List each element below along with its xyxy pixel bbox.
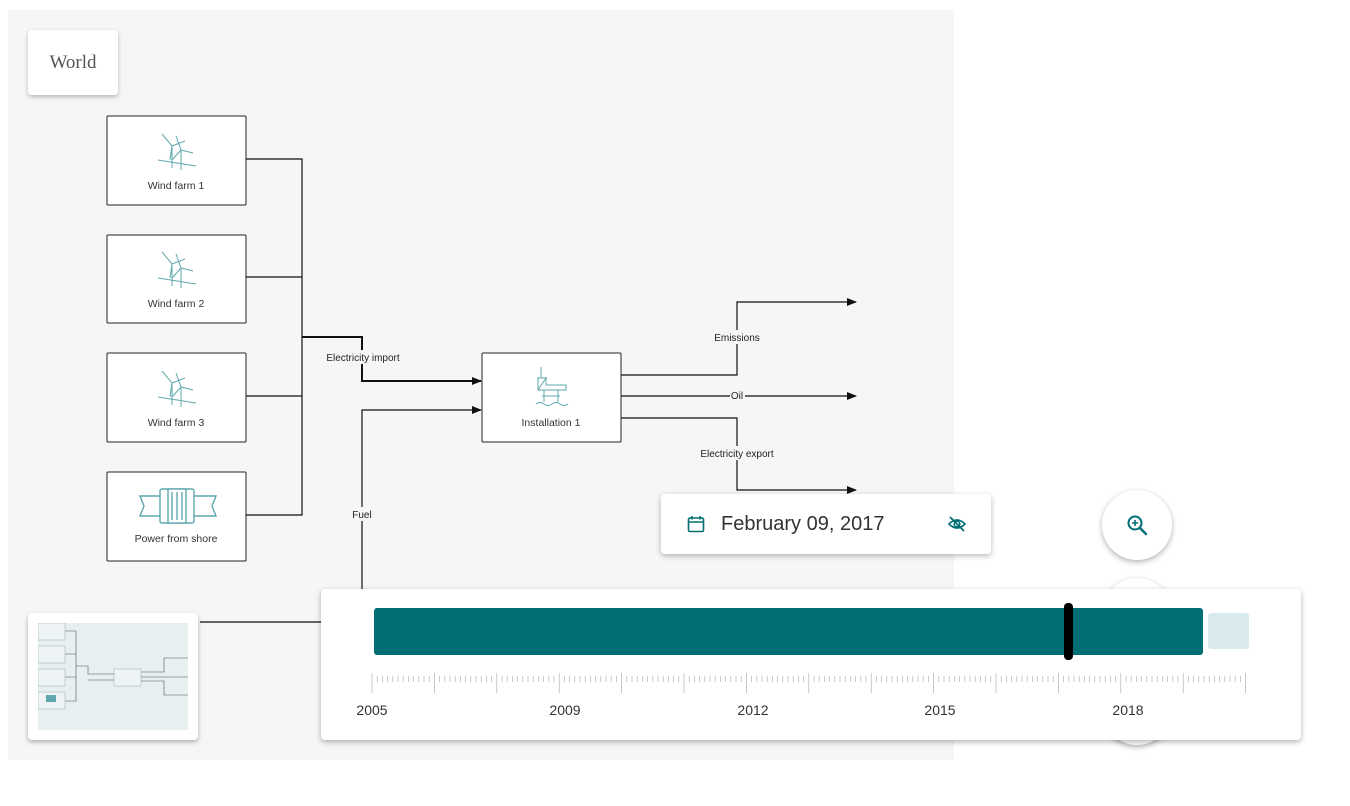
year-label: 2009 xyxy=(549,702,581,718)
world-button[interactable]: World xyxy=(28,30,118,95)
minimap[interactable] xyxy=(28,613,198,740)
year-label: 2018 xyxy=(1112,702,1144,718)
timeline-range-bar[interactable] xyxy=(374,608,1203,655)
minimap-diagram xyxy=(37,622,188,710)
timeline-remaining[interactable] xyxy=(1208,613,1249,649)
selected-date[interactable]: February 09, 2017 xyxy=(721,513,884,536)
date-card: February 09, 2017 xyxy=(661,494,991,554)
edge-label-emissions: Emissions xyxy=(714,333,760,344)
edge-label-oil: Oil xyxy=(731,391,743,402)
node-label: Wind farm 3 xyxy=(148,417,205,429)
edge-wind-farm-1 xyxy=(246,158,303,337)
zoom-in-icon xyxy=(1127,515,1148,536)
node-wind-farm-2[interactable]: Wind farm 2 xyxy=(106,234,247,324)
node-label: Power from shore xyxy=(135,533,218,545)
timeline-handle[interactable] xyxy=(1064,603,1073,660)
edge-label-fuel: Fuel xyxy=(352,510,371,521)
edge-label-electricity-export: Electricity export xyxy=(700,449,774,460)
calendar-icon[interactable] xyxy=(687,515,705,533)
timeline[interactable]: 2005 2009 2012 2015 2018 xyxy=(321,589,1301,740)
node-label: Installation 1 xyxy=(522,417,581,429)
node-label: Wind farm 2 xyxy=(148,298,205,310)
node-wind-farm-1[interactable]: Wind farm 1 xyxy=(106,115,247,206)
year-label: 2005 xyxy=(356,702,388,718)
year-label: 2015 xyxy=(924,702,956,718)
edge-power-from-shore xyxy=(246,337,303,516)
eye-off-icon[interactable] xyxy=(947,514,967,534)
edge-label-electricity-import: Electricity import xyxy=(326,353,400,364)
zoom-in-button[interactable] xyxy=(1102,490,1172,560)
node-wind-farm-3[interactable]: Wind farm 3 xyxy=(106,352,247,443)
node-power-from-shore[interactable]: Power from shore xyxy=(106,471,247,562)
minimap-viewport[interactable] xyxy=(37,622,188,730)
year-label: 2012 xyxy=(737,702,769,718)
timeline-ticks xyxy=(371,673,1246,693)
node-installation-1[interactable]: Installation 1 xyxy=(481,352,622,443)
node-label: Wind farm 1 xyxy=(148,180,205,192)
